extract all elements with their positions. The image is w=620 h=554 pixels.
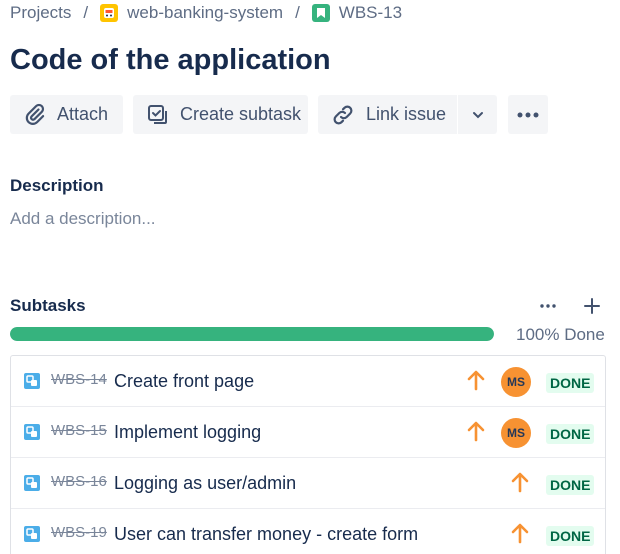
arrow-up-icon <box>467 370 485 391</box>
subtasks-label: Subtasks <box>10 296 86 315</box>
chevron-down-icon <box>472 111 483 118</box>
link-issue-button[interactable]: Link issue <box>318 95 457 134</box>
subtask-summary[interactable]: Implement logging <box>114 422 261 443</box>
avatar[interactable]: MS <box>501 367 531 397</box>
paperclip-icon <box>25 103 45 125</box>
subtask-row[interactable]: WBS-15 Implement logging MS DONE <box>11 407 605 458</box>
breadcrumb-project-link[interactable]: web-banking-system <box>127 3 283 23</box>
subtask-summary[interactable]: Logging as user/admin <box>114 473 296 494</box>
breadcrumb-separator: / <box>295 3 300 22</box>
add-subtask-button[interactable] <box>582 294 602 318</box>
more-actions-button[interactable] <box>508 95 548 134</box>
arrow-up-icon <box>511 523 529 544</box>
breadcrumb-projects-link[interactable]: Projects <box>10 3 71 23</box>
story-icon <box>311 4 330 22</box>
subtask-summary[interactable]: Create front page <box>114 371 254 392</box>
issue-title[interactable]: Code of the application <box>10 44 331 77</box>
breadcrumb: Projects / web-banking-system / WBS-13 <box>10 2 402 24</box>
subtask-key[interactable]: WBS-16 <box>51 473 107 490</box>
more-icon <box>517 112 539 117</box>
subtask-key[interactable]: WBS-14 <box>51 371 107 388</box>
subtasks-progress-text: 100% Done <box>516 325 605 344</box>
link-issue-label: Link issue <box>366 104 447 124</box>
arrow-up-icon <box>511 472 529 493</box>
subtask-key[interactable]: WBS-19 <box>51 524 107 541</box>
subtasks-progress-fill <box>10 327 494 341</box>
link-icon <box>333 105 353 124</box>
subtask-icon <box>148 104 167 124</box>
breadcrumb-issue-link[interactable]: WBS-13 <box>339 3 402 23</box>
project-avatar-icon <box>100 4 119 22</box>
plus-icon <box>584 298 600 314</box>
subtask-summary[interactable]: User can transfer money - create form <box>114 524 418 545</box>
status-badge[interactable]: DONE <box>546 373 595 393</box>
subtask-type-icon <box>24 526 40 542</box>
link-issue-dropdown-button[interactable] <box>458 95 497 134</box>
subtask-type-icon <box>24 373 40 389</box>
breadcrumb-separator: / <box>83 3 89 22</box>
attach-label: Attach <box>57 104 109 124</box>
description-label: Description <box>10 176 104 195</box>
subtask-key[interactable]: WBS-15 <box>51 422 107 439</box>
status-badge[interactable]: DONE <box>546 475 595 495</box>
avatar[interactable]: MS <box>501 418 531 448</box>
status-badge[interactable]: DONE <box>546 526 595 546</box>
subtask-row[interactable]: WBS-19 User can transfer money - create … <box>11 509 605 554</box>
subtasks-more-button[interactable] <box>539 294 557 318</box>
subtask-row[interactable]: WBS-14 Create front page MS DONE <box>11 356 605 407</box>
subtasks-progress-bar <box>10 327 494 341</box>
create-subtask-label: Create subtask <box>180 104 302 124</box>
subtask-list: WBS-14 Create front page MS DONE WBS-15 … <box>10 355 606 554</box>
subtask-type-icon <box>24 424 40 440</box>
create-subtask-button[interactable]: Create subtask <box>133 95 308 134</box>
subtask-type-icon <box>24 475 40 491</box>
description-input[interactable]: Add a description... <box>10 209 156 229</box>
arrow-up-icon <box>467 421 485 442</box>
attach-button[interactable]: Attach <box>10 95 123 134</box>
status-badge[interactable]: DONE <box>546 424 595 444</box>
more-icon <box>540 304 556 308</box>
subtask-row[interactable]: WBS-16 Logging as user/admin DONE <box>11 458 605 509</box>
